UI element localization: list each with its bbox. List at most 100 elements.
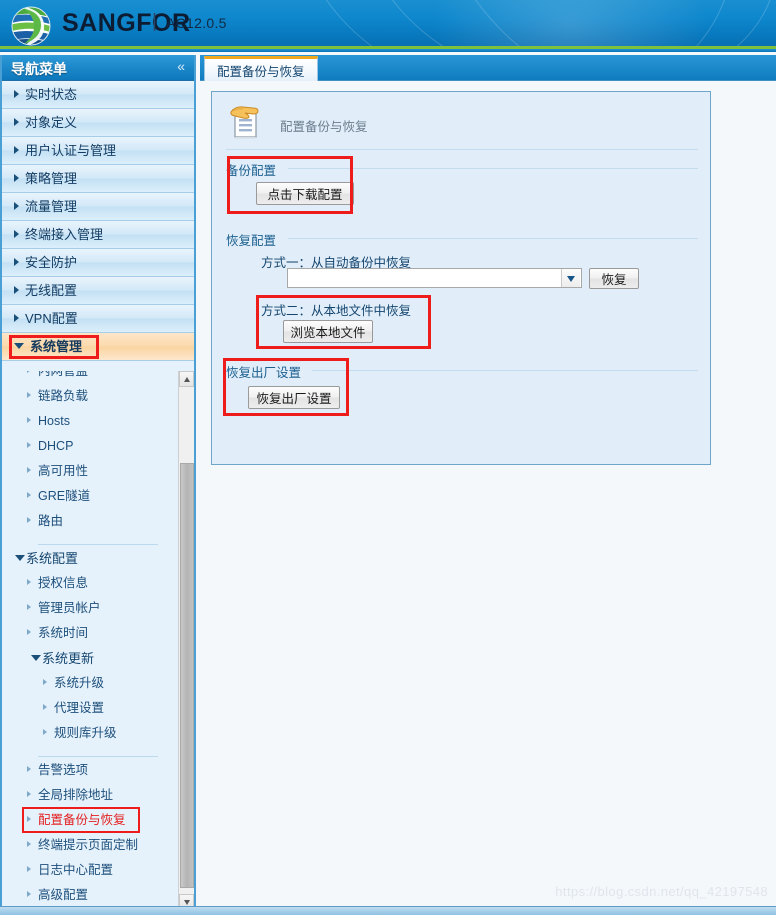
submenu-item-label: 日志中心配置 bbox=[38, 863, 114, 877]
chevron-right-icon bbox=[27, 467, 31, 473]
submenu-item-5[interactable]: GRE隧道 bbox=[2, 484, 178, 509]
submenu-item-3[interactable]: DHCP bbox=[2, 434, 178, 459]
submenu-item-label: 系统升级 bbox=[54, 676, 105, 690]
panel-header: 配置备份与恢复 bbox=[212, 92, 710, 150]
tab-config-backup-restore[interactable]: 配置备份与恢复 bbox=[204, 56, 318, 81]
sidebar-item-label: 系统管理 bbox=[30, 339, 83, 354]
version-label: AC12.0.5 bbox=[166, 15, 227, 31]
submenu-item-2[interactable]: Hosts bbox=[2, 409, 178, 434]
submenu-item-label: 授权信息 bbox=[38, 576, 89, 590]
submenu-item-1[interactable]: 链路负载 bbox=[2, 384, 178, 409]
submenu-item-label: 高级配置 bbox=[38, 888, 89, 902]
chevron-right-icon bbox=[27, 442, 31, 448]
brand-separator: | bbox=[152, 11, 157, 32]
sidebar-item-0[interactable]: 实时状态 bbox=[2, 81, 194, 109]
chevron-right-icon bbox=[43, 679, 47, 685]
chevron-right-icon bbox=[27, 604, 31, 610]
globe-logo-icon bbox=[11, 6, 51, 46]
chevron-right-icon bbox=[27, 841, 31, 847]
method-two-label: 方式二：从本地文件中恢复 bbox=[261, 304, 412, 318]
chevron-right-icon bbox=[43, 729, 47, 735]
chevron-right-icon bbox=[27, 417, 31, 423]
submenu-scrollbar[interactable] bbox=[178, 371, 194, 910]
backup-section-rule bbox=[288, 168, 698, 169]
sidebar-header: 导航菜单 « bbox=[2, 55, 194, 81]
triangle-right-icon bbox=[14, 118, 19, 126]
sidebar-item-label: 策略管理 bbox=[25, 171, 78, 186]
watermark-text: https://blog.csdn.net/qq_42197548 bbox=[555, 884, 768, 899]
submenu-item-4[interactable]: 高可用性 bbox=[2, 459, 178, 484]
sidebar-menu-list: 实时状态对象定义用户认证与管理 策略管理流量管理终端接入管理安全防护无线配置 VPN… bbox=[2, 81, 194, 361]
submenu-item-11[interactable]: 系统更新 bbox=[2, 646, 178, 671]
submenu-item-label: 全局排除地址 bbox=[38, 788, 114, 802]
submenu-item-14[interactable]: 规则库升级 bbox=[2, 721, 178, 746]
submenu-item-label: 终端提示页面定制 bbox=[38, 838, 139, 852]
submenu-item-label: 规则库升级 bbox=[54, 726, 117, 740]
submenu-item-label: 管理员帐户 bbox=[38, 601, 101, 615]
chevron-double-left-icon[interactable]: « bbox=[177, 59, 185, 74]
submenu-item-label: 路由 bbox=[38, 514, 64, 528]
page-title: 配置备份与恢复 bbox=[280, 120, 368, 134]
submenu-item-16[interactable]: 全局排除地址 bbox=[2, 783, 178, 808]
scroll-up-arrow-icon[interactable] bbox=[179, 371, 194, 387]
submenu-item-0[interactable]: 内网管监 bbox=[2, 371, 178, 384]
download-config-button[interactable]: 点击下载配置 bbox=[256, 182, 354, 205]
submenu-item-19[interactable]: 日志中心配置 bbox=[2, 858, 178, 883]
submenu-divider bbox=[38, 544, 158, 545]
submenu-item-20[interactable]: 高级配置 bbox=[2, 883, 178, 908]
sidebar-item-7[interactable]: 无线配置 bbox=[2, 277, 194, 305]
app-header: SANGFOR | AC12.0.5 bbox=[0, 0, 776, 52]
submenu-item-18[interactable]: 终端提示页面定制 bbox=[2, 833, 178, 858]
submenu-item-12[interactable]: 系统升级 bbox=[2, 671, 178, 696]
chevron-right-icon bbox=[27, 392, 31, 398]
factory-reset-button[interactable]: 恢复出厂设置 bbox=[248, 386, 340, 409]
submenu-divider bbox=[38, 756, 158, 757]
sidebar-item-3[interactable]: 策略管理 bbox=[2, 165, 194, 193]
browse-local-file-button[interactable]: 浏览本地文件 bbox=[283, 320, 373, 343]
restore-section-rule bbox=[288, 238, 698, 239]
submenu-list: 内网管监链路负载 Hosts DHCP 高可用性 GRE隧道路由系统配置授权信息管理员帐… bbox=[2, 371, 178, 910]
sidebar-title: 导航菜单 bbox=[11, 61, 67, 77]
submenu-item-15[interactable]: 告警选项 bbox=[2, 758, 178, 783]
submenu-item-9[interactable]: 管理员帐户 bbox=[2, 596, 178, 621]
triangle-down-icon bbox=[31, 655, 41, 661]
chevron-right-icon bbox=[27, 492, 31, 498]
submenu-item-label: 内网管监 bbox=[38, 371, 89, 378]
submenu-item-6[interactable]: 路由 bbox=[2, 509, 178, 534]
factory-reset-section: 恢复出厂设置 恢复出厂设置 bbox=[226, 362, 698, 414]
sidebar-item-5[interactable]: 终端接入管理 bbox=[2, 221, 194, 249]
sidebar-item-1[interactable]: 对象定义 bbox=[2, 109, 194, 137]
chevron-down-icon[interactable] bbox=[561, 269, 580, 287]
submenu-item-label: GRE隧道 bbox=[38, 489, 91, 503]
chevron-right-icon bbox=[27, 816, 31, 822]
submenu-item-8[interactable]: 授权信息 bbox=[2, 571, 178, 596]
bottom-bar bbox=[0, 906, 776, 915]
submenu-item-17[interactable]: 配置备份与恢复 bbox=[2, 807, 178, 833]
sidebar-item-label: 安全防护 bbox=[25, 255, 78, 270]
sidebar-item-label: 用户认证与管理 bbox=[25, 143, 117, 158]
scrollbar-thumb[interactable] bbox=[180, 463, 194, 888]
hand-pointing-document-icon bbox=[230, 106, 259, 139]
submenu-item-10[interactable]: 系统时间 bbox=[2, 621, 178, 646]
backup-section-legend: 备份配置 bbox=[226, 160, 283, 179]
submenu-item-7[interactable]: 系统配置 bbox=[2, 546, 178, 571]
sidebar-item-2[interactable]: 用户认证与管理 bbox=[2, 137, 194, 165]
auto-backup-select[interactable] bbox=[287, 268, 582, 288]
triangle-right-icon bbox=[14, 314, 19, 322]
chevron-right-icon bbox=[27, 629, 31, 635]
header-footer-line bbox=[0, 49, 776, 52]
submenu-item-label: DHCP bbox=[38, 439, 74, 453]
sidebar-item-label: 流量管理 bbox=[25, 199, 78, 214]
triangle-right-icon bbox=[14, 90, 19, 98]
restore-button[interactable]: 恢复 bbox=[589, 268, 639, 289]
factory-section-legend: 恢复出厂设置 bbox=[226, 362, 308, 381]
sidebar-item-9[interactable]: 系统管理 bbox=[2, 333, 194, 361]
sidebar-item-6[interactable]: 安全防护 bbox=[2, 249, 194, 277]
sidebar-item-label: 实时状态 bbox=[25, 87, 78, 102]
sidebar-item-8[interactable]: VPN配置 bbox=[2, 305, 194, 333]
submenu-item-13[interactable]: 代理设置 bbox=[2, 696, 178, 721]
sidebar-item-4[interactable]: 流量管理 bbox=[2, 193, 194, 221]
submenu-item-label: Hosts bbox=[38, 414, 70, 428]
submenu-item-label: 高可用性 bbox=[38, 464, 89, 478]
submenu-item-label: 系统更新 bbox=[42, 651, 95, 666]
